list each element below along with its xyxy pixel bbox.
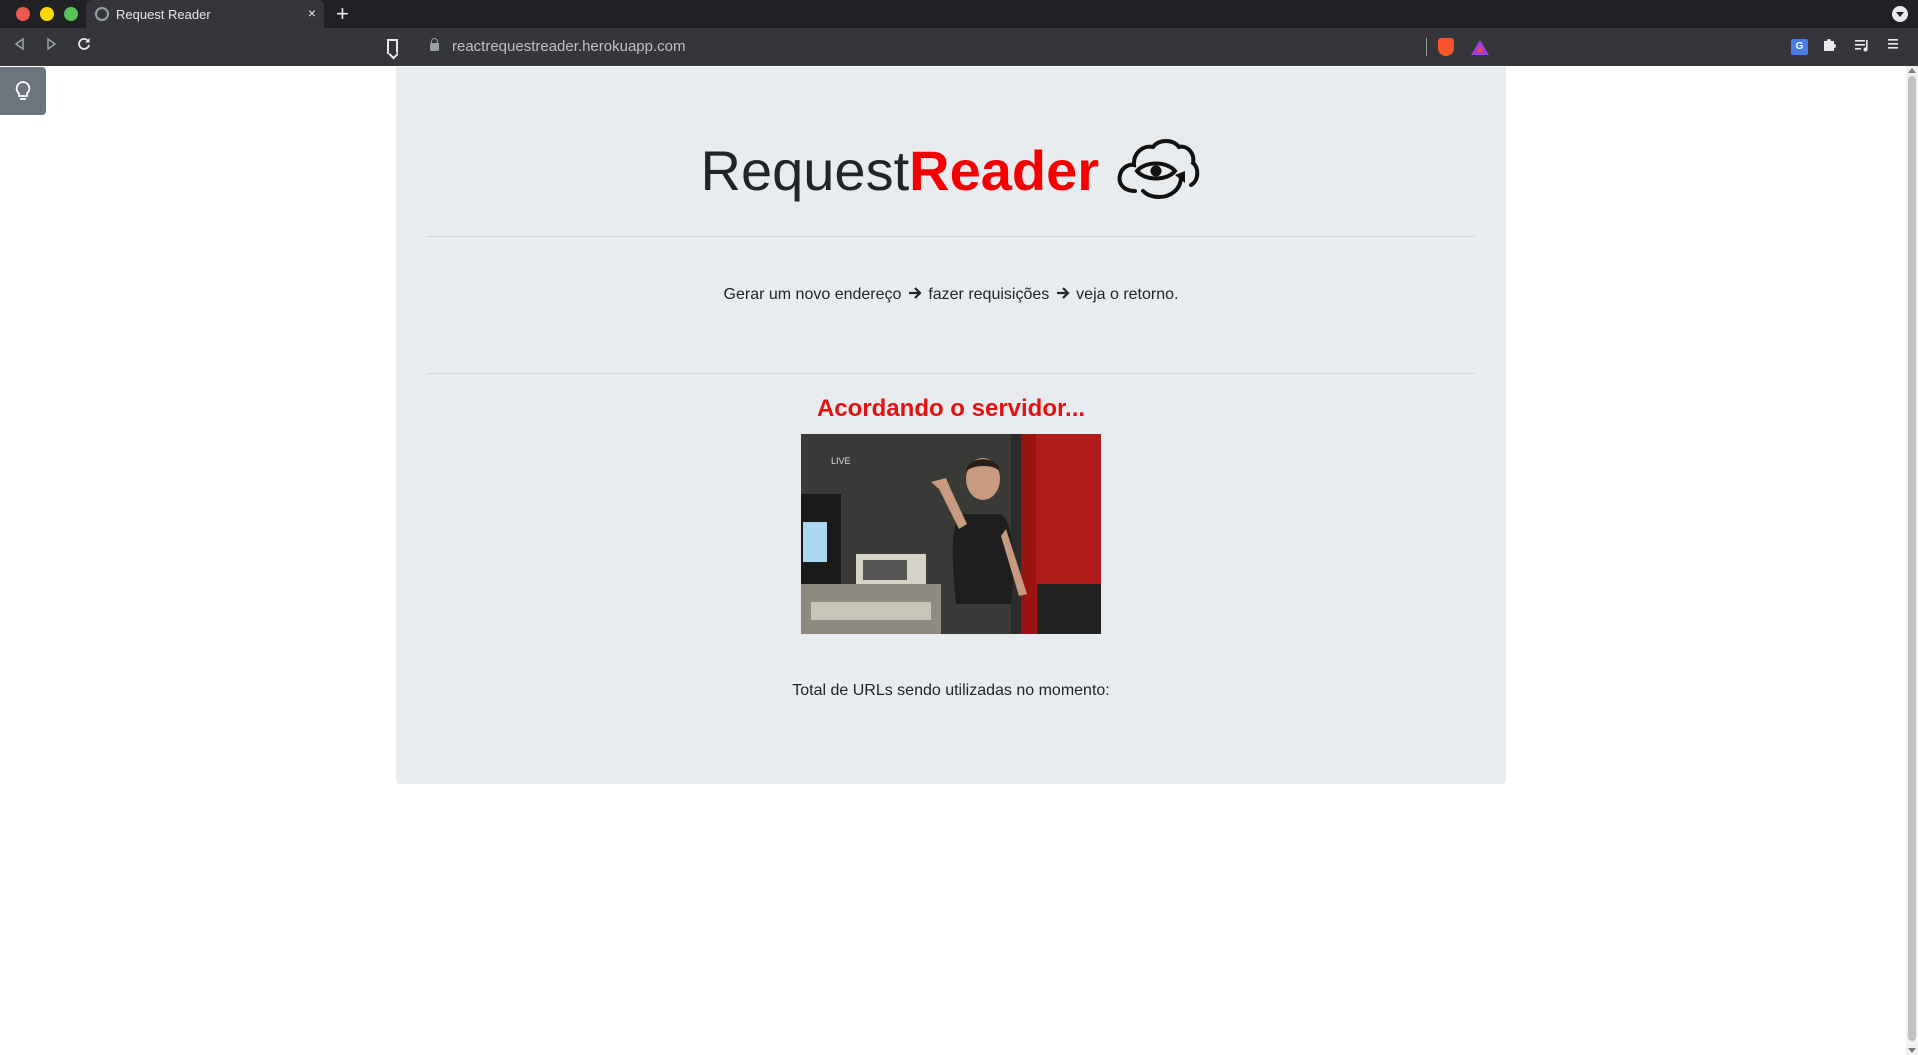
page-title: Request Reader	[396, 135, 1506, 205]
back-icon[interactable]	[10, 37, 30, 57]
forward-icon[interactable]	[41, 37, 61, 57]
browser-toolbar: reactrequestreader.herokuapp.com G	[0, 28, 1918, 66]
new-tab-button[interactable]: +	[336, 3, 349, 25]
reload-icon[interactable]	[74, 37, 94, 57]
browser-titlebar: Request Reader × +	[0, 0, 1918, 28]
page-viewport: Request Reader Gerar um novo endereço fa…	[0, 66, 1918, 1055]
gif-live-label: LIVE	[831, 456, 851, 466]
steps-description: Gerar um novo endereço fazer requisições…	[396, 286, 1506, 304]
tab-title: Request Reader	[116, 7, 211, 22]
cloud-eye-icon	[1115, 135, 1201, 206]
maximize-window-button[interactable]	[64, 7, 78, 21]
browser-tab[interactable]: Request Reader ×	[86, 0, 324, 28]
lock-icon[interactable]	[430, 38, 439, 51]
title-request: Request	[700, 138, 910, 202]
main-jumbotron: Request Reader Gerar um novo endereço fa…	[396, 67, 1506, 784]
lightbulb-button[interactable]	[0, 67, 46, 115]
puzzle-icon[interactable]	[1822, 36, 1838, 57]
tab-search-icon[interactable]	[1892, 6, 1908, 22]
brave-shields-icon[interactable]	[1438, 38, 1454, 56]
media-queue-icon[interactable]	[1854, 37, 1870, 58]
arrow-right-icon	[1056, 286, 1070, 304]
divider	[427, 373, 1475, 374]
scroll-down-arrow-icon[interactable]	[1908, 1048, 1916, 1053]
scroll-thumb[interactable]	[1908, 76, 1916, 1041]
arrow-right-icon	[908, 286, 922, 304]
brave-rewards-icon[interactable]	[1471, 40, 1489, 55]
translate-icon[interactable]: G	[1791, 39, 1808, 55]
title-reader: Reader	[909, 138, 1099, 202]
loading-gif: LIVE	[801, 434, 1101, 634]
step-see-response: veja o retorno.	[1076, 286, 1179, 303]
divider	[427, 236, 1475, 237]
address-bar[interactable]: reactrequestreader.herokuapp.com	[452, 38, 685, 55]
globe-icon	[95, 7, 109, 21]
toolbar-divider	[1426, 38, 1427, 56]
server-status-message: Acordando o servidor...	[816, 395, 1086, 422]
total-urls-label: Total de URLs sendo utilizadas no moment…	[792, 682, 1110, 699]
scroll-up-arrow-icon[interactable]	[1908, 68, 1916, 73]
bookmark-icon[interactable]	[387, 39, 398, 54]
lightbulb-icon	[15, 81, 31, 100]
close-window-button[interactable]	[16, 7, 30, 21]
page-scrollbar[interactable]	[1906, 66, 1918, 1055]
step-generate-address: Gerar um novo endereço	[723, 286, 902, 303]
step-make-requests: fazer requisições	[928, 286, 1050, 303]
tab-close-icon[interactable]: ×	[308, 5, 316, 21]
minimize-window-button[interactable]	[40, 7, 54, 21]
hamburger-menu-icon[interactable]	[1886, 37, 1900, 56]
